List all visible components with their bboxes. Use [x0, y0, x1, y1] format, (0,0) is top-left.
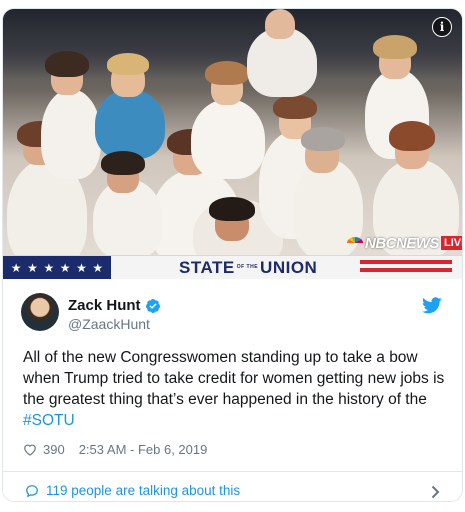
divider [3, 471, 462, 472]
tweet-meta: 390 2:53 AM - Feb 6, 2019 [23, 442, 207, 457]
banner-title-right: UNION [260, 257, 318, 277]
tweet-text: All of the new Congresswomen standing up… [23, 347, 448, 431]
banner-stripes [360, 260, 452, 276]
nbc-peacock-icon [347, 237, 363, 249]
state-of-the-union-banner: ★ ★ ★ ★ ★ ★ STATE OF THE UNION [3, 255, 462, 279]
star-icon: ★ [59, 260, 71, 275]
twitter-bird-icon[interactable] [422, 297, 442, 314]
banner-title-of: OF THE [236, 264, 259, 270]
tweet-text-body: All of the new Congresswomen standing up… [23, 349, 445, 408]
banner-stars: ★ ★ ★ ★ ★ ★ [3, 255, 111, 279]
author-handle[interactable]: @ZaackHunt [68, 316, 150, 332]
star-icon: ★ [92, 260, 104, 275]
chevron-right-icon[interactable] [431, 485, 440, 499]
talking-about-link[interactable]: 119 people are talking about this [25, 483, 240, 498]
info-icon[interactable]: i [432, 17, 452, 37]
banner-title-left: STATE [179, 257, 235, 277]
timestamp[interactable]: 2:53 AM - Feb 6, 2019 [79, 442, 208, 457]
tweet-card[interactable]: i NBCNEWS LIVE ★ ★ ★ ★ ★ ★ STATE OF THE … [2, 8, 463, 502]
banner-title: STATE OF THE UNION [179, 258, 317, 278]
avatar[interactable] [21, 293, 59, 331]
author-name-row[interactable]: Zack Hunt [68, 297, 161, 314]
display-name[interactable]: Zack Hunt [68, 297, 141, 314]
tweet-media[interactable]: i NBCNEWS LIVE ★ ★ ★ ★ ★ ★ STATE OF THE … [3, 9, 462, 279]
network-name: NBCNEWS [365, 234, 440, 252]
star-icon: ★ [27, 260, 38, 275]
star-icon: ★ [76, 260, 87, 275]
info-icon-label: i [439, 20, 445, 34]
heart-icon[interactable] [23, 443, 37, 456]
star-icon: ★ [10, 260, 22, 275]
nbc-news-live-bug: NBCNEWS LIVE [347, 233, 462, 253]
speech-bubble-icon [26, 484, 38, 497]
hashtag-link[interactable]: #SOTU [23, 412, 75, 429]
star-icon: ★ [43, 260, 55, 275]
talking-about-label[interactable]: 119 people are talking about this [46, 483, 240, 498]
like-count[interactable]: 390 [43, 442, 65, 457]
verified-badge-icon [145, 298, 160, 313]
live-badge: LIVE [441, 236, 462, 250]
